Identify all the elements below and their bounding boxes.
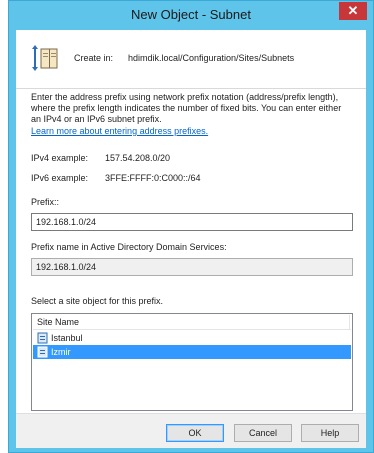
site-name: Istanbul	[51, 333, 83, 343]
desktop-background	[0, 0, 8, 453]
site-row-izmir[interactable]: Izmir	[33, 345, 351, 359]
create-in-path: hdimdik.local/Configuration/Sites/Subnet…	[128, 53, 295, 63]
prefix-label: Prefix::	[31, 197, 60, 207]
site-listbox[interactable]: Site Name Istanbul Izmir	[31, 313, 353, 411]
column-header-label: Site Name	[37, 317, 80, 327]
ok-button[interactable]: OK	[166, 424, 224, 442]
learn-more-link[interactable]: Learn more about entering address prefix…	[31, 126, 208, 136]
ipv4-example-label: IPv4 example:	[31, 153, 89, 163]
site-icon	[37, 346, 48, 358]
site-name-column-header[interactable]: Site Name	[33, 315, 351, 330]
column-divider[interactable]	[349, 315, 350, 329]
site-select-label: Select a site object for this prefix.	[31, 296, 164, 306]
cancel-button[interactable]: Cancel	[234, 424, 292, 442]
new-object-subnet-dialog: New Object - Subnet ✕ Create in: hdimdik…	[8, 0, 374, 453]
ipv4-example-value: 157.54.208.0/20	[105, 153, 171, 163]
ipv6-example-value: 3FFE:FFFF:0:C000::/64	[105, 173, 201, 183]
button-bar: OK Cancel Help	[16, 413, 366, 448]
help-button[interactable]: Help	[301, 424, 359, 442]
dialog-body: Create in: hdimdik.local/Configuration/S…	[16, 30, 366, 448]
prefix-name-field: 192.168.1.0/24	[31, 258, 353, 276]
subnet-object-icon	[32, 45, 58, 71]
header-separator	[16, 88, 366, 89]
prefix-input[interactable]: 192.168.1.0/24	[31, 213, 353, 231]
create-in-label: Create in:	[74, 53, 114, 63]
site-name: Izmir	[51, 347, 71, 357]
ipv6-example-label: IPv6 example:	[31, 173, 89, 183]
window-title: New Object - Subnet	[131, 7, 251, 22]
description-text: Enter the address prefix using network p…	[31, 92, 342, 124]
close-button[interactable]: ✕	[339, 2, 367, 20]
title-bar[interactable]: New Object - Subnet ✕	[9, 1, 373, 29]
create-in-header: Create in: hdimdik.local/Configuration/S…	[16, 30, 366, 88]
site-row-istanbul[interactable]: Istanbul	[33, 331, 351, 345]
prefix-name-label: Prefix name in Active Directory Domain S…	[31, 242, 227, 252]
site-icon	[37, 332, 48, 344]
